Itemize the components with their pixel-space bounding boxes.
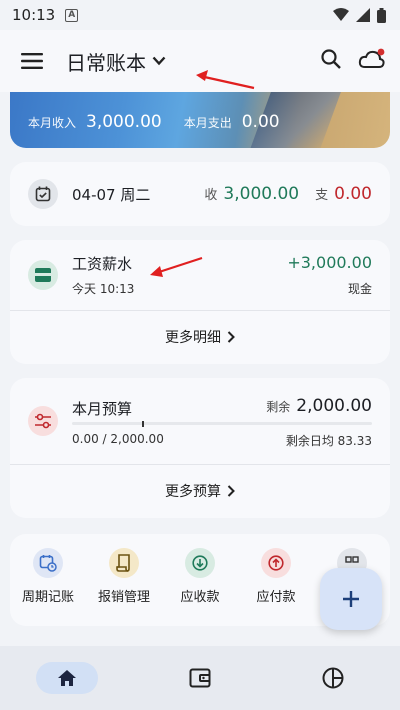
- battery-icon: [377, 7, 386, 23]
- day-income-label: 收: [204, 188, 218, 203]
- transaction-account: 现金: [347, 282, 372, 296]
- more-budgets-button[interactable]: 更多预算: [10, 465, 390, 517]
- quick-action-label: 应付款: [256, 590, 296, 605]
- recent-transactions-card: 工资薪水 今天 10:13 +3,000.00 现金 更多明细: [10, 240, 390, 364]
- arrow-down-circle-icon: [185, 548, 215, 578]
- signal-icon: [356, 8, 370, 22]
- transaction-amount: +3,000.00: [287, 253, 372, 272]
- arrow-up-circle-icon: [261, 548, 291, 578]
- more-budgets-label: 更多预算: [165, 484, 221, 500]
- app-bar: 日常账本: [0, 30, 400, 92]
- quick-action-label: 周期记账: [21, 590, 74, 605]
- book-title[interactable]: 日常账本: [66, 47, 146, 76]
- budget-remain-label: 剩余: [266, 400, 291, 414]
- status-bar: 10:13 A: [0, 0, 400, 30]
- quick-action-label: 应收款: [180, 590, 220, 605]
- day-expense-value: 0.00: [334, 184, 372, 204]
- budget-sliders-icon: [28, 406, 58, 436]
- search-icon[interactable]: [320, 48, 342, 74]
- budget-name: 本月预算: [72, 400, 133, 418]
- cloud-sync-icon[interactable]: [358, 47, 386, 75]
- transaction-time: 今天 10:13: [72, 282, 135, 296]
- day-expense-label: 支: [315, 188, 329, 203]
- add-record-button[interactable]: [320, 568, 382, 630]
- day-date: 04-07 周二: [72, 185, 151, 204]
- plus-icon: [343, 591, 359, 607]
- calendar-check-icon: [28, 179, 58, 209]
- monthly-expense-value: 0.00: [241, 112, 280, 132]
- more-details-label: 更多明细: [165, 330, 221, 346]
- budget-row[interactable]: 本月预算 剩余 2,000.00 0.00 / 2,000.00 剩余日均 83…: [10, 378, 390, 464]
- nav-home[interactable]: [0, 646, 133, 710]
- day-summary-card[interactable]: 04-07 周二 收 3,000.00 支 0.00: [10, 162, 390, 226]
- notification-a-icon: A: [65, 8, 79, 22]
- quick-action-label: 报销管理: [97, 590, 150, 605]
- home-icon: [57, 670, 76, 686]
- nav-wallet[interactable]: [133, 646, 266, 710]
- calendar-clock-icon: [33, 548, 63, 578]
- quick-action-payable[interactable]: 应付款: [238, 548, 314, 605]
- wallet-icon: [189, 668, 211, 688]
- chevron-right-icon: [227, 485, 235, 497]
- budget-progress-text: 0.00 / 2,000.00: [72, 432, 164, 446]
- nav-statistics[interactable]: [267, 646, 400, 710]
- budget-daily-average: 剩余日均 83.33: [285, 434, 372, 448]
- chevron-right-icon: [227, 331, 235, 343]
- more-details-button[interactable]: 更多明细: [10, 311, 390, 363]
- chevron-down-icon[interactable]: [152, 56, 166, 66]
- monthly-expense-label: 本月支出: [183, 116, 232, 130]
- quick-action-reimbursement[interactable]: 报销管理: [86, 548, 162, 605]
- status-time: 10:13: [12, 6, 56, 24]
- receipt-icon: [109, 548, 139, 578]
- day-income-value: 3,000.00: [223, 184, 300, 204]
- wifi-icon: [333, 8, 349, 21]
- transaction-row[interactable]: 工资薪水 今天 10:13 +3,000.00 现金: [10, 240, 390, 310]
- budget-card: 本月预算 剩余 2,000.00 0.00 / 2,000.00 剩余日均 83…: [10, 378, 390, 518]
- quick-action-receivable[interactable]: 应收款: [162, 548, 238, 605]
- menu-icon[interactable]: [12, 41, 52, 81]
- bottom-navigation: [0, 646, 400, 710]
- budget-progress-bar: [72, 421, 372, 427]
- quick-action-recurring[interactable]: 周期记账: [10, 548, 86, 605]
- monthly-income-value: 3,000.00: [86, 112, 162, 132]
- monthly-summary-banner[interactable]: 本月收入 3,000.00 本月支出 0.00: [10, 92, 390, 148]
- transaction-name: 工资薪水: [72, 255, 133, 273]
- monthly-income-label: 本月收入: [28, 116, 77, 130]
- wallet-income-icon: [28, 260, 58, 290]
- pie-chart-icon: [322, 667, 344, 689]
- budget-remain-value: 2,000.00: [296, 396, 372, 416]
